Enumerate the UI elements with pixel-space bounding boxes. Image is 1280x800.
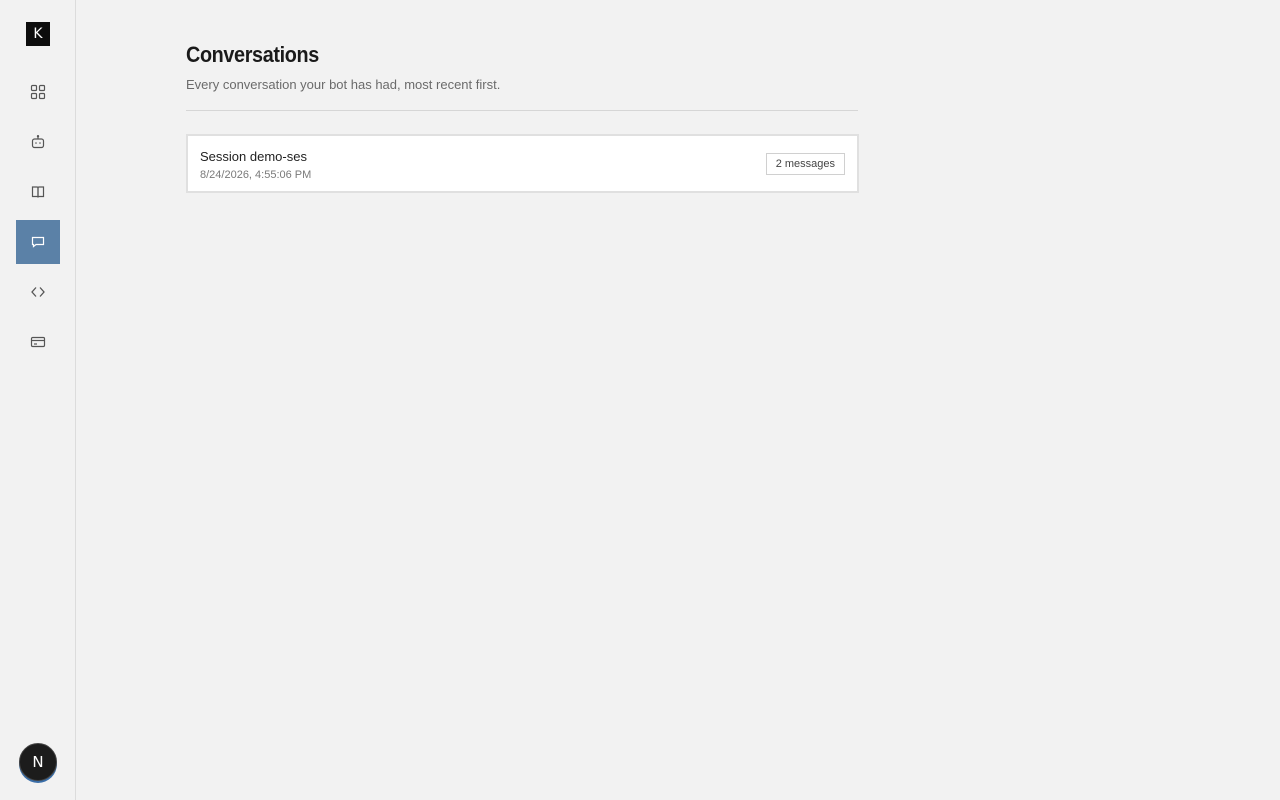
sidebar-item-conversations[interactable] [16,220,60,264]
page-subtitle: Every conversation your bot has had, mos… [186,77,501,92]
page-title: Conversations [186,42,319,67]
book-icon [31,186,45,198]
brand-logo[interactable]: K [26,22,50,46]
sidebar-item-dashboard[interactable] [16,70,60,114]
code-brackets-icon [31,287,45,297]
message-count-label: 2 messages [775,158,835,170]
sidebar-item-knowledge[interactable] [16,170,60,214]
user-avatar[interactable]: N [19,743,57,781]
chat-bubble-icon [31,236,45,248]
conversation-timestamp: 8/24/2026, 4:55:06 PM [200,169,312,181]
sidebar-item-billing[interactable] [16,320,60,364]
message-count-badge: 2 messages [765,153,845,175]
app-window: K N Conversations Every conversation you… [0,0,1280,800]
avatar-initial: N [32,753,44,771]
conversation-title: Session demo-ses [200,149,307,164]
conversation-list: Session demo-ses 8/24/2026, 4:55:06 PM 2… [186,134,859,193]
header-divider [186,110,858,111]
sidebar-item-embed[interactable] [16,270,60,314]
dashboard-grid-icon [30,84,46,100]
sidebar-item-bots[interactable] [16,120,60,164]
brand-logo-letter: K [33,26,43,42]
credit-card-icon [30,336,46,348]
bot-icon [31,135,45,149]
main-content: Conversations Every conversation your bo… [186,40,859,193]
conversation-item[interactable]: Session demo-ses 8/24/2026, 4:55:06 PM 2… [186,134,859,193]
sidebar: K N [0,0,76,800]
